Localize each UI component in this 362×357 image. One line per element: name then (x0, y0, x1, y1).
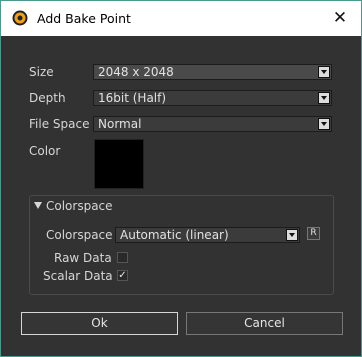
collapse-triangle-icon[interactable] (34, 202, 42, 209)
app-icon (12, 10, 28, 26)
depth-label: Depth (29, 91, 66, 105)
chevron-down-icon[interactable] (318, 66, 330, 78)
window-title: Add Bake Point (37, 11, 131, 26)
colorspace-group-title: Colorspace (46, 199, 113, 213)
filespace-label: File Space (29, 117, 90, 131)
size-label: Size (29, 65, 54, 79)
scalar-data-checkbox[interactable]: ✓ (117, 270, 128, 281)
depth-value: 16bit (Half) (98, 91, 167, 105)
cancel-button[interactable]: Cancel (186, 312, 343, 335)
depth-dropdown[interactable]: 16bit (Half) (93, 90, 332, 106)
scalar-data-label: Scalar Data (43, 269, 113, 283)
colorspace-group-header[interactable]: Colorspace (34, 199, 113, 213)
chevron-down-icon[interactable] (318, 92, 330, 104)
ok-button[interactable]: Ok (21, 312, 178, 335)
raw-data-checkbox[interactable] (117, 252, 128, 263)
size-value: 2048 x 2048 (98, 65, 174, 79)
color-swatch[interactable] (94, 139, 144, 189)
colorspace-label: Colorspace (46, 228, 113, 242)
reset-colorspace-button[interactable]: R (307, 227, 320, 240)
colorspace-dropdown[interactable]: Automatic (linear) (115, 227, 300, 243)
raw-data-label: Raw Data (54, 251, 112, 265)
colorspace-value: Automatic (linear) (120, 228, 229, 242)
chevron-down-icon[interactable] (286, 229, 298, 241)
size-dropdown[interactable]: 2048 x 2048 (93, 64, 332, 80)
title-bar: Add Bake Point ✕ (1, 1, 361, 36)
filespace-dropdown[interactable]: Normal (93, 116, 332, 132)
filespace-value: Normal (98, 117, 142, 131)
bake-point-dialog: Add Bake Point ✕ Size 2048 x 2048 Depth … (0, 0, 362, 357)
close-icon[interactable]: ✕ (329, 7, 351, 29)
chevron-down-icon[interactable] (318, 118, 330, 130)
color-label: Color (29, 144, 61, 158)
